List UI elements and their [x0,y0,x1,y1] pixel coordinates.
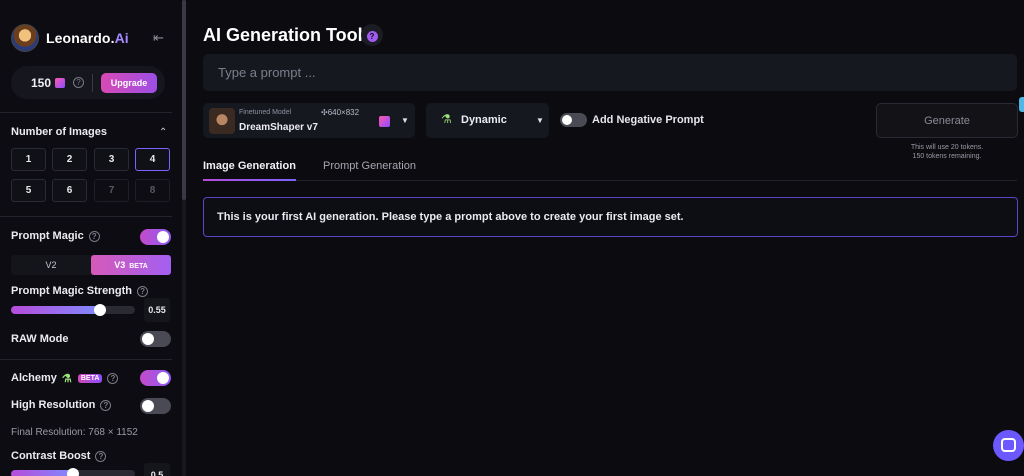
beta-badge: BETA [77,373,103,383]
tab-prompt-generation[interactable]: Prompt Generation [323,160,416,172]
raw-mode-label: RAW Mode [11,333,69,345]
page-title: AI Generation Tool [203,25,363,45]
upgrade-button[interactable]: Upgrade [101,72,158,93]
negative-prompt-label: Add Negative Prompt [592,114,704,126]
tokens-remaining-note: 150 tokens remaining. [912,153,982,160]
caret-down-icon: ▼ [536,116,544,125]
slider-handle[interactable] [67,468,79,476]
toggle-knob [142,400,154,412]
sidebar-scrollbar[interactable] [182,0,186,476]
prompt-magic-version-selector: V2 V3 BETA [11,255,171,275]
brand[interactable]: Leonardo.Ai [11,24,129,52]
chat-icon [1001,438,1016,452]
style-selector[interactable]: ⚗ Dynamic ▼ [426,103,549,138]
number-of-images-title: Number of Images [11,126,107,138]
slider-fill [11,470,75,476]
prompt-magic-strength-label: Prompt Magic Strength? [11,285,149,297]
token-count: 150 [31,75,52,90]
image-count-3[interactable]: 3 [94,148,129,171]
high-resolution-toggle[interactable] [140,398,171,414]
prompt-magic-strength-slider[interactable] [11,304,135,316]
help-icon[interactable]: ? [137,285,149,297]
toggle-knob [157,231,169,243]
brand-name: Leonardo.Ai [46,30,129,46]
collapse-sidebar-icon[interactable]: ⇤ [153,30,169,45]
tabs-divider [203,180,1017,181]
token-usage-note: This will use 20 tokens. [910,144,984,151]
image-count-8: 8 [135,179,170,202]
prompt-magic-strength-value[interactable]: 0.55 [144,298,170,322]
model-dimensions: ✣640×832 [321,108,360,117]
sidebar: Leonardo.Ai ⇤ 150 ? Upgrade Number of Im… [0,0,182,476]
contrast-boost-slider[interactable] [11,468,135,476]
negative-prompt-toggle[interactable] [560,113,587,127]
brand-logo [11,24,39,52]
divider [0,112,172,113]
first-generation-notice: This is your first AI generation. Please… [203,197,1018,237]
divider [0,216,172,217]
prompt-magic-toggle[interactable] [140,229,171,245]
prompt-input[interactable] [203,54,1017,91]
final-resolution: Final Resolution: 768 × 1152 [11,427,138,438]
slider-handle[interactable] [94,304,106,316]
contrast-boost-label: Contrast Boost? [11,450,107,462]
help-icon[interactable]: ? [88,230,100,242]
token-icon [55,77,66,88]
flask-icon: ⚗ [61,373,72,385]
move-icon: ✣ [321,108,328,117]
image-count-5[interactable]: 5 [11,179,46,202]
caret-down-icon: ▼ [401,116,409,125]
side-panel-handle[interactable] [1019,97,1024,112]
model-thumbnail [209,108,235,134]
model-selector[interactable]: Finetuned Model ✣640×832 DreamShaper v7 … [203,103,415,138]
raw-mode-toggle[interactable] [140,331,171,347]
toggle-knob [142,333,154,345]
slider-fill [11,306,103,314]
model-details-icon[interactable] [379,116,390,127]
alchemy-toggle[interactable] [140,370,171,386]
help-icon[interactable]: ? [361,24,383,46]
token-divider [92,73,94,92]
help-icon[interactable]: ? [95,450,107,462]
help-icon[interactable]: ? [73,77,85,88]
divider [0,359,172,360]
prompt-magic-label: Prompt Magic? [11,230,100,242]
support-chat-button[interactable] [993,430,1024,461]
flask-icon: ⚗ [441,112,452,126]
image-count-2[interactable]: 2 [52,148,87,171]
toggle-knob [157,372,169,384]
style-label: Dynamic [461,114,507,126]
model-name: DreamShaper v7 [239,122,318,133]
generate-button[interactable]: Generate [876,103,1018,138]
version-v3[interactable]: V3 BETA [91,255,171,275]
help-icon[interactable]: ? [100,399,112,411]
app-root: Leonardo.Ai ⇤ 150 ? Upgrade Number of Im… [0,0,1024,476]
chevron-up-icon[interactable]: ⌃ [159,127,169,138]
image-count-7: 7 [94,179,129,202]
image-count-1[interactable]: 1 [11,148,46,171]
high-resolution-label: High Resolution? [11,399,112,411]
contrast-boost-value[interactable]: 0.5 [144,463,170,476]
active-tab-indicator [203,179,296,181]
scrollbar-thumb[interactable] [182,0,186,200]
token-box: 150 ? Upgrade [11,66,165,99]
help-icon[interactable]: ? [107,372,119,384]
alchemy-label: Alchemy ⚗ BETA? [11,372,119,385]
version-v2[interactable]: V2 [11,255,91,275]
image-count-4[interactable]: 4 [135,148,170,171]
toggle-knob [562,115,572,125]
model-type-label: Finetuned Model [239,109,292,116]
image-count-6[interactable]: 6 [52,179,87,202]
tab-image-generation[interactable]: Image Generation [203,160,296,172]
